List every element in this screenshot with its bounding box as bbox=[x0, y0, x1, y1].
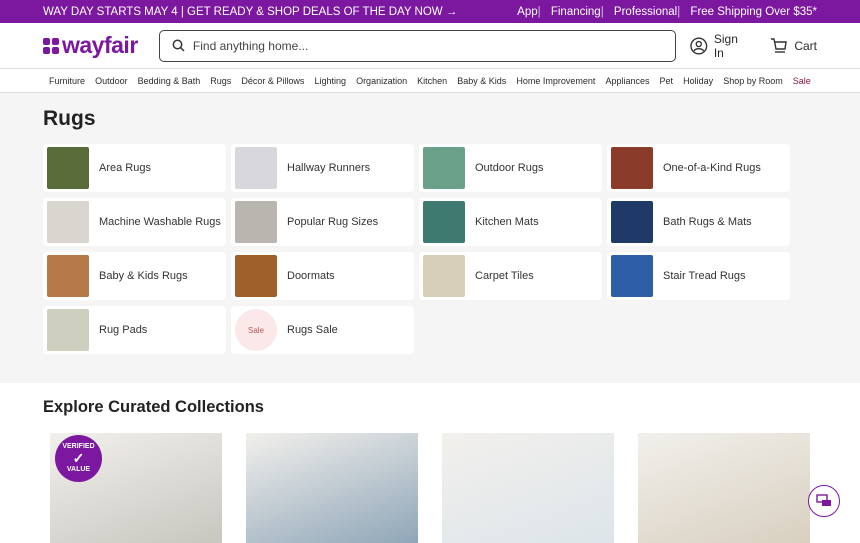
category-image bbox=[423, 201, 465, 243]
category-image bbox=[611, 201, 653, 243]
user-icon bbox=[690, 37, 708, 54]
sign-in-button[interactable]: Sign In bbox=[690, 32, 750, 60]
category-label: Kitchen Mats bbox=[475, 216, 539, 228]
verified-value-badge: VERIFIED ✓ VALUE bbox=[55, 435, 102, 482]
category-card[interactable]: Bath Rugs & Mats bbox=[607, 198, 790, 246]
category-card[interactable]: Hallway Runners bbox=[231, 144, 414, 192]
category-image bbox=[47, 147, 89, 189]
logo-mark-icon bbox=[43, 37, 59, 54]
category-label: Doormats bbox=[287, 270, 335, 282]
category-card[interactable]: Stair Tread Rugs bbox=[607, 252, 790, 300]
category-card[interactable]: Outdoor Rugs bbox=[419, 144, 602, 192]
category-image bbox=[611, 147, 653, 189]
category-card[interactable]: Area Rugs bbox=[43, 144, 226, 192]
nav-item[interactable]: Appliances bbox=[605, 76, 649, 86]
chat-icon bbox=[816, 494, 831, 506]
link-financing[interactable]: Financing bbox=[551, 6, 601, 18]
page-title: Rugs bbox=[43, 107, 96, 130]
category-label: Bath Rugs & Mats bbox=[663, 216, 752, 228]
category-label: Carpet Tiles bbox=[475, 270, 534, 282]
category-card[interactable]: Popular Rug Sizes bbox=[231, 198, 414, 246]
category-label: Baby & Kids Rugs bbox=[99, 270, 188, 282]
utility-links: App| Financing| Professional| Free Shipp… bbox=[517, 5, 817, 18]
category-label: One-of-a-Kind Rugs bbox=[663, 162, 761, 174]
category-card[interactable]: Baby & Kids Rugs bbox=[43, 252, 226, 300]
nav-item[interactable]: Furniture bbox=[49, 76, 85, 86]
search-icon bbox=[172, 39, 185, 52]
category-label: Hallway Runners bbox=[287, 162, 371, 174]
category-grid: Area Rugs Hallway Runners Outdoor Rugs One-… bbox=[43, 144, 817, 354]
nav-item[interactable]: Outdoor bbox=[95, 76, 128, 86]
nav-item[interactable]: Sale bbox=[793, 76, 811, 86]
cart-label: Cart bbox=[794, 38, 817, 53]
curated-collections: Explore Curated Collections VERIFIED ✓ VAL… bbox=[0, 383, 860, 543]
collection-image[interactable] bbox=[638, 433, 810, 543]
nav-item[interactable]: Kitchen bbox=[417, 76, 447, 86]
category-label: Stair Tread Rugs bbox=[663, 270, 746, 282]
rugs-section: Rugs Area Rugs Hallway Runners Outdoor Rug… bbox=[0, 93, 860, 383]
chat-button[interactable] bbox=[808, 485, 840, 517]
cart-icon bbox=[771, 37, 788, 53]
link-app[interactable]: App bbox=[517, 6, 537, 18]
nav-item[interactable]: Pet bbox=[660, 76, 674, 86]
category-card[interactable]: Kitchen Mats bbox=[419, 198, 602, 246]
nav-item[interactable]: Shop by Room bbox=[723, 76, 783, 86]
category-image bbox=[235, 201, 277, 243]
category-card[interactable]: Sale Rugs Sale bbox=[231, 306, 414, 354]
sign-in-label: Sign In bbox=[713, 31, 738, 60]
promo-text[interactable]: WAY DAY STARTS MAY 4 | GET READY & SHOP … bbox=[43, 6, 457, 18]
category-label: Machine Washable Rugs bbox=[99, 216, 221, 228]
category-card[interactable]: Rug Pads bbox=[43, 306, 226, 354]
search-placeholder: Find anything home... bbox=[192, 38, 309, 53]
promo-banner[interactable]: WAY DAY STARTS MAY 4 | GET READY & SHOP … bbox=[0, 0, 860, 23]
nav-item[interactable]: Décor & Pillows bbox=[241, 76, 304, 86]
category-card[interactable]: Doormats bbox=[231, 252, 414, 300]
search-input[interactable]: Find anything home... bbox=[158, 29, 677, 62]
category-image bbox=[47, 201, 89, 243]
category-label: Area Rugs bbox=[99, 162, 151, 174]
category-card[interactable]: Carpet Tiles bbox=[419, 252, 602, 300]
nav-item[interactable]: Home Improvement bbox=[516, 76, 595, 86]
category-image bbox=[47, 309, 89, 351]
category-card[interactable]: One-of-a-Kind Rugs bbox=[607, 144, 790, 192]
collection-image[interactable] bbox=[442, 433, 614, 543]
link-professional[interactable]: Professional bbox=[614, 6, 677, 18]
category-card[interactable]: Machine Washable Rugs bbox=[43, 198, 226, 246]
nav-item[interactable]: Baby & Kids bbox=[457, 76, 506, 86]
nav-item[interactable]: Bedding & Bath bbox=[138, 76, 201, 86]
nav-item[interactable]: Lighting bbox=[314, 76, 346, 86]
header: wayfair Find anything home... Sign In Ca… bbox=[0, 23, 860, 69]
category-image bbox=[235, 147, 277, 189]
category-image bbox=[47, 255, 89, 297]
wayfair-logo[interactable]: wayfair bbox=[43, 32, 159, 59]
sale-badge: Sale bbox=[235, 309, 277, 351]
link-free-shipping[interactable]: Free Shipping Over $35* bbox=[690, 6, 817, 18]
nav-item[interactable]: Holiday bbox=[683, 76, 713, 86]
category-image bbox=[611, 255, 653, 297]
category-nav: Furniture Outdoor Bedding & Bath Rugs Décor … bbox=[0, 69, 860, 93]
category-image bbox=[423, 147, 465, 189]
collection-image[interactable] bbox=[246, 433, 418, 543]
category-image bbox=[235, 255, 277, 297]
collection-image[interactable]: VERIFIED ✓ VALUE bbox=[50, 433, 222, 543]
category-label: Rugs Sale bbox=[287, 324, 338, 336]
category-label: Outdoor Rugs bbox=[475, 162, 544, 174]
cart-button[interactable]: Cart bbox=[770, 37, 817, 55]
nav-item[interactable]: Rugs bbox=[210, 76, 231, 86]
category-label: Rug Pads bbox=[99, 324, 148, 336]
nav-item[interactable]: Organization bbox=[356, 76, 407, 86]
section-title: Explore Curated Collections bbox=[43, 398, 264, 416]
category-label: Popular Rug Sizes bbox=[287, 216, 379, 228]
category-image bbox=[423, 255, 465, 297]
